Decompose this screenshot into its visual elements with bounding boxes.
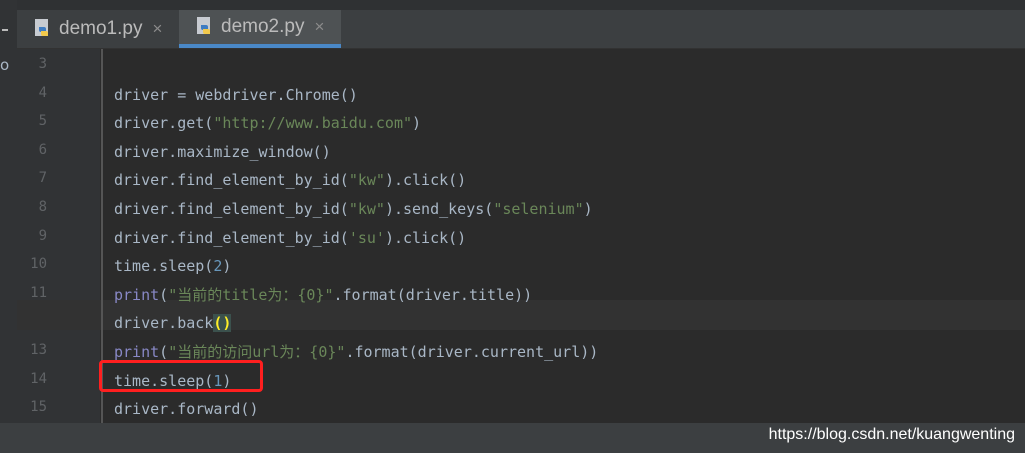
code-token: ).click() <box>384 228 467 247</box>
code-line[interactable]: driver.find_element_by_id('su').click() <box>114 228 466 248</box>
close-icon[interactable]: × <box>314 17 324 37</box>
code-line[interactable]: driver.forward() <box>114 399 259 419</box>
tab-demo2[interactable]: demo2.py × <box>179 10 341 48</box>
code-token: driver.find_element_by_id( <box>114 200 349 218</box>
line-number: 15 <box>30 399 47 416</box>
code-token: driver.find_element_by_id( <box>114 228 349 247</box>
code-token: "http://www.baidu.com" <box>213 114 413 133</box>
code-token: .format(driver.current_url)) <box>345 343 599 361</box>
code-token: 'su' <box>348 228 385 247</box>
code-token: driver = webdriver.Chrome() <box>114 85 358 104</box>
line-number-gutter: 3456789101112131415 <box>17 49 100 423</box>
code-token: "selenium" <box>493 200 584 218</box>
code-token: () <box>213 314 232 333</box>
code-token: "kw" <box>348 171 385 190</box>
code-line[interactable]: print("当前的title为：{0}".format(driver.titl… <box>114 285 532 305</box>
code-token: .format(driver.title)) <box>333 285 533 304</box>
code-token: driver.maximize_window() <box>114 142 331 161</box>
annotation-highlight-box <box>99 360 263 392</box>
code-token: ).click() <box>384 171 467 190</box>
left-tool-strip: o <box>0 0 18 453</box>
line-number: 13 <box>30 342 47 358</box>
code-line[interactable]: driver.back() <box>114 313 232 333</box>
code-token: ) <box>412 114 422 133</box>
code-token: ) <box>583 200 593 218</box>
watermark-text: https://blog.csdn.net/kuangwenting <box>768 426 1015 443</box>
line-number: 10 <box>30 256 47 273</box>
code-token: time.sleep( <box>114 257 214 276</box>
line-number: 8 <box>38 199 47 215</box>
code-token: ).send_keys( <box>384 200 494 218</box>
code-token: driver.back <box>114 314 214 333</box>
code-token: print <box>114 343 160 361</box>
line-number: 14 <box>30 370 47 387</box>
line-number: 6 <box>38 141 47 158</box>
line-number: 4 <box>38 84 47 101</box>
line-number: 7 <box>38 170 47 187</box>
code-line[interactable]: print("当前的访问url为：{0}".format(driver.curr… <box>114 342 598 362</box>
line-number: 5 <box>38 113 47 130</box>
tab-label: demo1.py <box>59 18 143 39</box>
code-token: "当前的title为：{0}" <box>168 285 334 304</box>
code-token: "kw" <box>348 200 385 218</box>
code-line[interactable]: driver.maximize_window() <box>114 142 331 162</box>
code-token: ( <box>159 285 169 304</box>
code-line[interactable]: driver.get("http://www.baidu.com") <box>114 113 421 133</box>
python-file-icon <box>33 18 53 40</box>
code-token: print <box>114 285 160 304</box>
code-token: driver.forward() <box>114 400 259 419</box>
code-token: "当前的访问url为：{0}" <box>168 343 346 361</box>
code-token: driver.find_element_by_id( <box>114 171 349 190</box>
close-icon[interactable]: × <box>152 19 162 39</box>
line-number: 11 <box>30 284 47 301</box>
code-line[interactable]: driver.find_element_by_id("kw").click() <box>114 170 466 190</box>
code-token: ( <box>159 343 169 361</box>
line-number: 9 <box>38 227 47 244</box>
code-token: driver.get( <box>114 114 214 133</box>
collapse-icon[interactable] <box>2 29 8 31</box>
code-line[interactable]: driver = webdriver.Chrome() <box>114 85 358 105</box>
tab-label: demo2.py <box>221 16 305 37</box>
python-file-icon <box>195 16 215 38</box>
left-strip-letter: o <box>0 56 10 74</box>
code-token: ) <box>222 257 232 276</box>
code-line[interactable]: time.sleep(2) <box>114 256 231 276</box>
line-number: 3 <box>38 56 47 72</box>
tab-demo1[interactable]: demo1.py × <box>17 10 179 48</box>
code-line[interactable]: driver.find_element_by_id("kw").send_key… <box>114 199 593 219</box>
